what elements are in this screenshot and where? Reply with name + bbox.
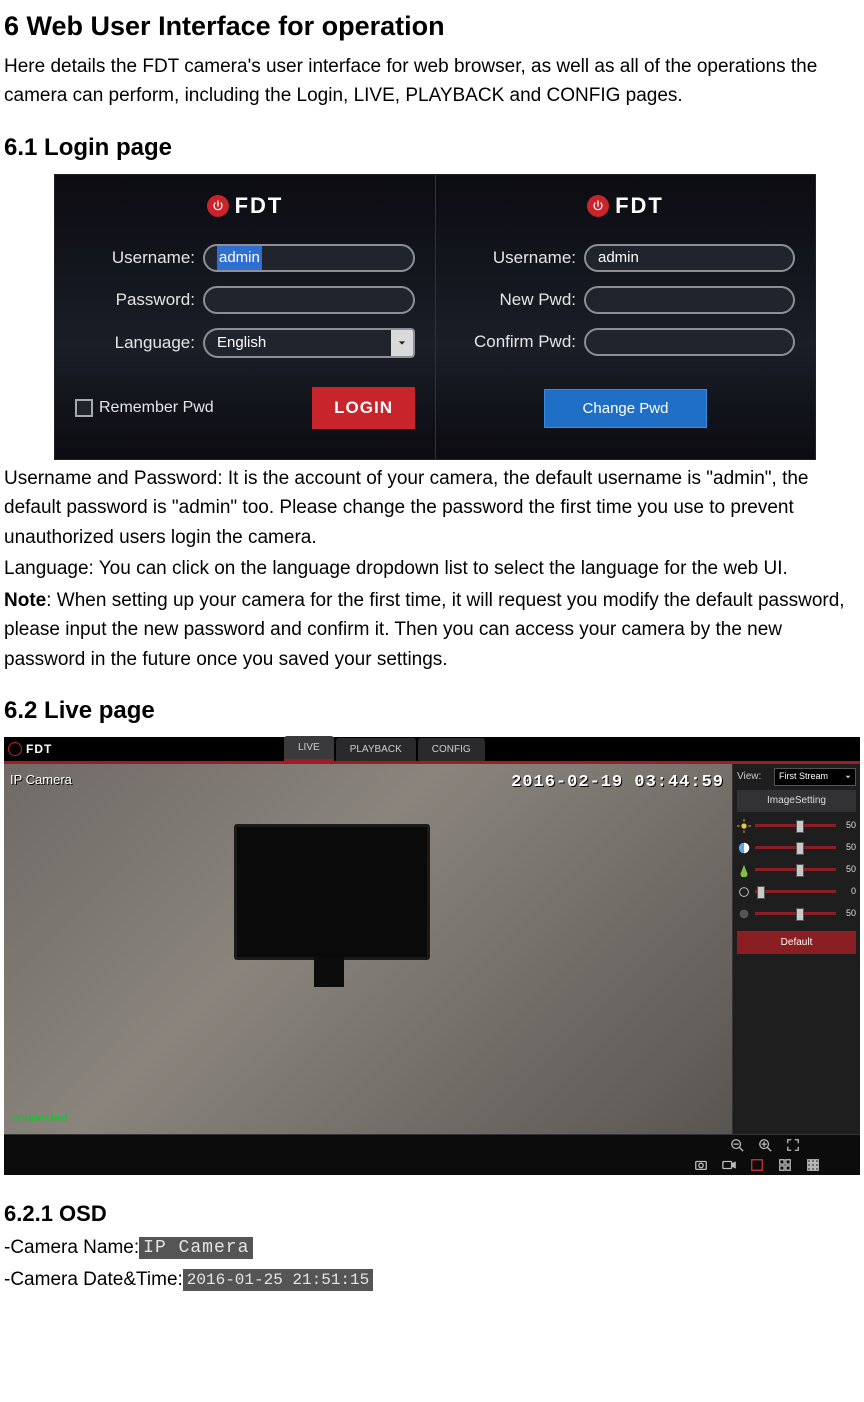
default-button[interactable]: Default — [737, 931, 856, 955]
heading-6-1: 6.1 Login page — [4, 129, 860, 166]
language-label: Language: — [75, 330, 203, 356]
zoom-in-icon[interactable] — [758, 1138, 772, 1152]
intro-paragraph: Here details the FDT camera's user inter… — [4, 52, 860, 111]
live-toolbar — [4, 1134, 860, 1175]
brand-text: FDT — [26, 740, 52, 759]
power-icon — [207, 195, 229, 217]
scene-monitor — [234, 824, 430, 960]
slider-value: 50 — [840, 819, 856, 833]
logo: FDT — [456, 189, 795, 223]
image-settings-panel: View: First Stream ImageSetting 50 50 — [732, 764, 860, 1135]
grid-1-icon[interactable] — [750, 1158, 764, 1172]
contrast-icon — [737, 841, 751, 855]
dropdown-icon[interactable] — [391, 328, 415, 358]
osd-camera-name: IP Camera — [10, 770, 72, 790]
slider-value: 50 — [840, 907, 856, 921]
remember-label: Remember Pwd — [99, 396, 214, 421]
slider-value: 50 — [840, 863, 856, 877]
osd-timestamp: 2016-02-19 03:44:59 — [511, 770, 724, 796]
slider-contrast[interactable]: 50 — [737, 841, 856, 855]
heading-6: 6 Web User Interface for operation — [4, 6, 860, 48]
slider-sharpness[interactable]: 50 — [737, 907, 856, 921]
osd-time-chip: 2016-01-25 21:51:15 — [183, 1269, 373, 1291]
saturation-icon — [737, 885, 751, 899]
confirm-pwd-input[interactable] — [584, 328, 795, 356]
slider-brightness[interactable]: 50 — [737, 819, 856, 833]
sharpness-icon — [737, 907, 751, 921]
slider-value: 50 — [840, 841, 856, 855]
heading-6-2: 6.2 Live page — [4, 692, 860, 729]
login-description-2: Language: You can click on the language … — [4, 554, 860, 583]
password-label: Password: — [75, 287, 203, 313]
live-screenshot: FDT LIVE PLAYBACK CONFIG IP Camera 2016-… — [4, 737, 860, 1175]
password-input[interactable] — [203, 286, 415, 314]
slider-value: 0 — [840, 885, 856, 899]
new-pwd-input[interactable] — [584, 286, 795, 314]
slider-saturation[interactable]: 0 — [737, 885, 856, 899]
username-label: Username: — [456, 245, 584, 271]
video-view[interactable]: IP Camera 2016-02-19 03:44:59 connected — [4, 764, 732, 1135]
view-label: View: — [737, 769, 761, 785]
hue-icon — [737, 863, 751, 877]
record-icon[interactable] — [722, 1158, 736, 1172]
gear-icon — [8, 742, 22, 756]
new-pwd-label: New Pwd: — [456, 287, 584, 313]
login-description-1: Username and Password: It is the account… — [4, 464, 860, 552]
language-select[interactable]: English — [203, 328, 391, 358]
live-header: FDT LIVE PLAYBACK CONFIG — [4, 737, 860, 761]
panel-header: ImageSetting — [737, 790, 856, 812]
login-button[interactable]: LOGIN — [312, 387, 415, 429]
grid-9-icon[interactable] — [806, 1158, 820, 1172]
login-panel-left: FDT Username: admin Password: Language: … — [55, 175, 435, 459]
username-input[interactable]: admin — [584, 244, 795, 272]
note-label: Note — [4, 590, 46, 611]
tab-playback[interactable]: PLAYBACK — [336, 738, 416, 762]
snapshot-icon[interactable] — [694, 1158, 708, 1172]
brand-text: FDT — [615, 189, 664, 223]
grid-4-icon[interactable] — [778, 1158, 792, 1172]
remember-pwd-checkbox[interactable]: Remember Pwd — [75, 396, 214, 421]
osd-time-label: -Camera Date&Time: — [4, 1269, 183, 1290]
heading-6-2-1: 6.2.1 OSD — [4, 1197, 860, 1231]
osd-name-chip: IP Camera — [139, 1237, 253, 1259]
login-screenshot: FDT Username: admin Password: Language: … — [54, 174, 816, 460]
change-pwd-button[interactable]: Change Pwd — [544, 389, 708, 428]
osd-name-line: -Camera Name:IP Camera — [4, 1233, 860, 1262]
zoom-out-icon[interactable] — [730, 1138, 744, 1152]
username-label: Username: — [75, 245, 203, 271]
confirm-pwd-label: Confirm Pwd: — [456, 329, 584, 355]
change-pwd-panel: FDT Username: admin New Pwd: Confirm Pwd… — [435, 175, 815, 459]
osd-time-line: -Camera Date&Time:2016-01-25 21:51:15 — [4, 1265, 860, 1294]
logo: FDT — [75, 189, 415, 223]
brand-text: FDT — [235, 189, 284, 223]
tab-config[interactable]: CONFIG — [418, 738, 485, 762]
login-note: Note: When setting up your camera for th… — [4, 586, 860, 674]
username-input[interactable]: admin — [203, 244, 415, 272]
view-select[interactable]: First Stream — [774, 768, 856, 786]
note-body: : When setting up your camera for the fi… — [4, 590, 845, 670]
brightness-icon — [737, 819, 751, 833]
tab-live[interactable]: LIVE — [284, 736, 334, 762]
nav-tabs: LIVE PLAYBACK CONFIG — [284, 737, 487, 761]
scene-monitor-stand — [314, 957, 344, 987]
connection-status: connected — [12, 1109, 67, 1128]
osd-name-label: -Camera Name: — [4, 1237, 139, 1258]
slider-hue[interactable]: 50 — [737, 863, 856, 877]
power-icon — [587, 195, 609, 217]
fullscreen-icon[interactable] — [786, 1138, 800, 1152]
checkbox-icon — [75, 399, 93, 417]
